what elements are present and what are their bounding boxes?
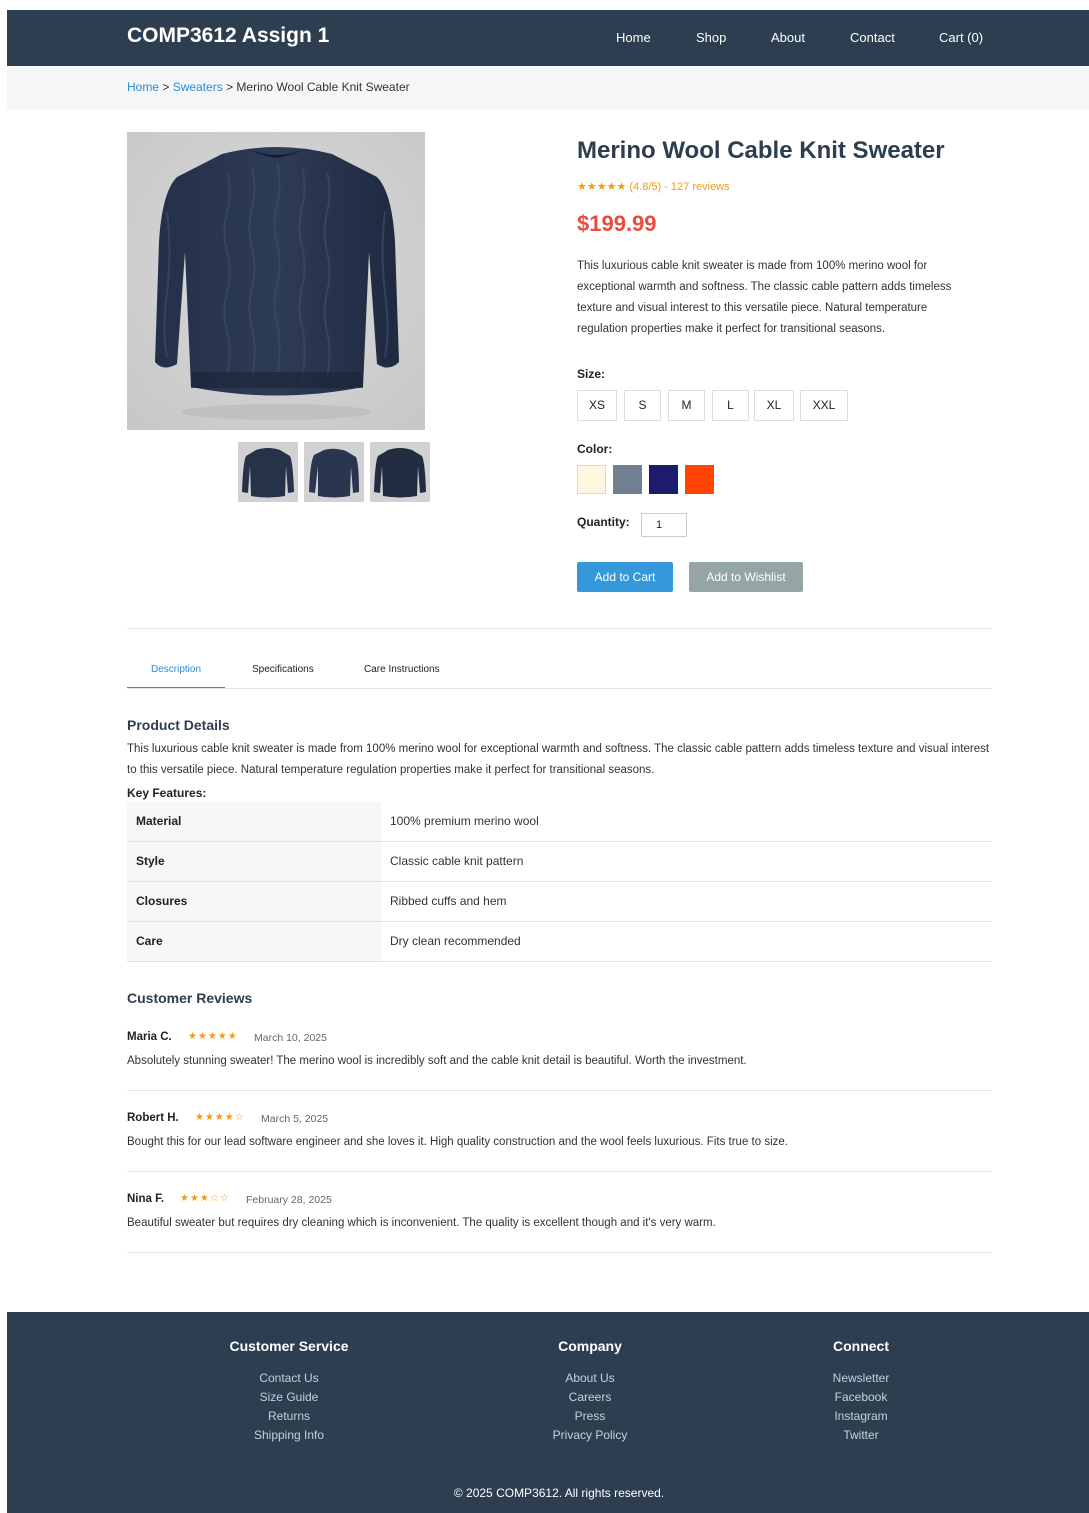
breadcrumb-bar: Home > Sweaters > Merino Wool Cable Knit… [7, 66, 1089, 109]
add-to-cart-button[interactable]: Add to Cart [577, 562, 673, 592]
product-thumbnail[interactable] [370, 442, 430, 502]
add-to-wishlist-button[interactable]: Add to Wishlist [689, 562, 803, 592]
product-title: Merino Wool Cable Knit Sweater [577, 137, 945, 164]
review-author: Maria C. [127, 1031, 172, 1043]
review-text: Beautiful sweater but requires dry clean… [127, 1217, 716, 1229]
size-option-xxl[interactable]: XXL [800, 390, 848, 421]
size-option-m[interactable]: M [668, 390, 705, 421]
tab-description[interactable]: Description [151, 664, 201, 675]
product-thumbnail[interactable] [238, 442, 298, 502]
spec-value: Classic cable knit pattern [390, 854, 524, 868]
tab-bar-divider [127, 688, 992, 689]
footer-link-returns[interactable]: Returns [189, 1407, 389, 1426]
quantity-input[interactable]: 1 [641, 513, 687, 537]
color-swatch-cream[interactable] [577, 465, 606, 494]
review-date: March 5, 2025 [261, 1113, 329, 1125]
footer-link-shipping-info[interactable]: Shipping Info [189, 1426, 389, 1445]
footer-link-contact-us[interactable]: Contact Us [189, 1369, 389, 1388]
spec-row: Style Classic cable knit pattern [127, 842, 992, 882]
footer-link-press[interactable]: Press [490, 1407, 690, 1426]
review-text: Absolutely stunning sweater! The merino … [127, 1055, 747, 1067]
key-features-label: Key Features: [127, 786, 207, 800]
spec-key: Material [127, 802, 381, 841]
review-author: Nina F. [127, 1193, 165, 1205]
footer-link-privacy-policy[interactable]: Privacy Policy [490, 1426, 690, 1445]
breadcrumb-category[interactable]: Sweaters [173, 80, 223, 94]
breadcrumb-home[interactable]: Home [127, 80, 159, 94]
nav-shop[interactable]: Shop [696, 30, 726, 45]
spec-value: Ribbed cuffs and hem [390, 894, 507, 908]
sweater-icon [127, 132, 425, 430]
review-divider [127, 1090, 992, 1091]
tab-care-instructions[interactable]: Care Instructions [364, 664, 440, 675]
breadcrumb-separator: > [159, 80, 173, 94]
spec-row: Closures Ribbed cuffs and hem [127, 882, 992, 922]
color-label: Color: [577, 442, 613, 456]
footer-link-twitter[interactable]: Twitter [761, 1426, 961, 1445]
spec-row: Care Dry clean recommended [127, 922, 992, 962]
site-header: COMP3612 Assign 1 Home Shop About Contac… [7, 10, 1089, 66]
color-swatch-navy[interactable] [649, 465, 678, 494]
spec-value: 100% premium merino wool [390, 814, 539, 828]
review-divider [127, 1171, 992, 1172]
quantity-label: Quantity: [577, 515, 630, 529]
review-text: Bought this for our lead software engine… [127, 1136, 788, 1148]
site-brand[interactable]: COMP3612 Assign 1 [127, 24, 329, 48]
product-price: $199.99 [577, 211, 657, 236]
breadcrumb-separator: > [222, 80, 237, 94]
footer-link-facebook[interactable]: Facebook [761, 1388, 961, 1407]
footer-heading: Company [558, 1338, 622, 1354]
review-date: February 28, 2025 [246, 1194, 332, 1206]
review-author: Robert H. [127, 1112, 179, 1124]
nav-contact[interactable]: Contact [850, 30, 895, 45]
breadcrumb-current: Merino Wool Cable Knit Sweater [236, 80, 410, 94]
spec-row: Material 100% premium merino wool [127, 802, 992, 842]
review-divider [127, 1252, 992, 1253]
review-date: March 10, 2025 [254, 1032, 327, 1044]
color-swatch-orange[interactable] [685, 465, 714, 494]
size-option-l[interactable]: L [712, 390, 749, 421]
footer-link-instagram[interactable]: Instagram [761, 1407, 961, 1426]
footer-link-newsletter[interactable]: Newsletter [761, 1369, 961, 1388]
product-details-heading: Product Details [127, 717, 230, 733]
spec-key: Closures [127, 882, 381, 921]
nav-about[interactable]: About [771, 30, 805, 45]
page: COMP3612 Assign 1 Home Shop About Contac… [7, 10, 1089, 1513]
size-label: Size: [577, 367, 606, 381]
review-stars: ★★★★★ [188, 1031, 238, 1042]
product-main-image [127, 132, 425, 430]
product-details-text: This luxurious cable knit sweater is mad… [127, 743, 990, 776]
product-rating: ★★★★★ (4.8/5) - 127 reviews [577, 181, 730, 193]
tab-specifications[interactable]: Specifications [252, 664, 314, 675]
size-option-xs[interactable]: XS [577, 390, 617, 421]
product-description: This luxurious cable knit sweater is mad… [577, 260, 952, 335]
review-stars: ★★★☆☆ [180, 1193, 230, 1204]
spec-key: Care [127, 922, 381, 961]
sweater-thumbnail-icon [374, 448, 426, 498]
spec-value: Dry clean recommended [390, 934, 521, 948]
footer-column-customer-service: Customer Service Contact Us Size Guide R… [189, 1338, 389, 1445]
review-stars: ★★★★☆ [195, 1112, 245, 1123]
size-option-xl[interactable]: XL [754, 390, 794, 421]
spec-key: Style [127, 842, 381, 881]
footer-column-connect: Connect Newsletter Facebook Instagram Tw… [761, 1338, 961, 1445]
footer-column-company: Company About Us Careers Press Privacy P… [490, 1338, 690, 1445]
nav-cart[interactable]: Cart (0) [939, 30, 983, 45]
nav-home[interactable]: Home [616, 30, 651, 45]
footer-heading: Connect [833, 1338, 889, 1354]
section-divider [127, 628, 992, 629]
size-option-s[interactable]: S [624, 390, 661, 421]
color-swatch-slate[interactable] [613, 465, 642, 494]
site-footer: Customer Service Contact Us Size Guide R… [7, 1312, 1089, 1513]
footer-link-careers[interactable]: Careers [490, 1388, 690, 1407]
footer-heading: Customer Service [229, 1338, 349, 1354]
copyright: © 2025 COMP3612. All rights reserved. [453, 1486, 665, 1500]
sweater-thumbnail-icon [309, 448, 359, 498]
footer-link-size-guide[interactable]: Size Guide [189, 1388, 389, 1407]
breadcrumb: Home > Sweaters > Merino Wool Cable Knit… [127, 80, 410, 94]
product-thumbnail[interactable] [304, 442, 364, 502]
footer-link-about-us[interactable]: About Us [490, 1369, 690, 1388]
sweater-thumbnail-icon [242, 448, 294, 498]
customer-reviews-heading: Customer Reviews [127, 990, 253, 1006]
